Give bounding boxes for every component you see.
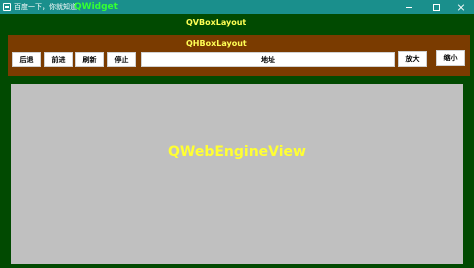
address-input[interactable]: 地址 <box>141 52 395 67</box>
qwidget-label: QWidget <box>74 2 118 12</box>
zoom-in-button[interactable]: 放大 <box>398 51 427 67</box>
minimize-icon[interactable] <box>396 0 422 14</box>
zoom-out-button[interactable]: 缩小 <box>436 50 465 66</box>
title-bar[interactable]: 百度一下，你就知道 QWidget <box>0 0 474 14</box>
vbox-layout-label: QVBoxLayout <box>186 18 247 27</box>
hbox-layout-label: QHBoxLayout <box>186 39 247 48</box>
stop-button[interactable]: 停止 <box>107 52 136 67</box>
vbox-layout: QVBoxLayout QHBoxLayout 后退 前进 刷新 停止 地址 放… <box>0 14 474 268</box>
maximize-icon[interactable] <box>423 0 449 14</box>
forward-button[interactable]: 前进 <box>44 52 73 67</box>
app-window-icon <box>3 3 11 11</box>
hbox-layout: QHBoxLayout 后退 前进 刷新 停止 地址 放大 缩小 <box>8 35 470 76</box>
web-engine-view[interactable]: QWebEngineView <box>11 84 463 264</box>
reload-button[interactable]: 刷新 <box>75 52 104 67</box>
close-icon[interactable] <box>448 0 474 14</box>
back-button[interactable]: 后退 <box>12 52 41 67</box>
window-title: 百度一下，你就知道 <box>14 3 77 11</box>
web-engine-view-label: QWebEngineView <box>168 144 306 160</box>
